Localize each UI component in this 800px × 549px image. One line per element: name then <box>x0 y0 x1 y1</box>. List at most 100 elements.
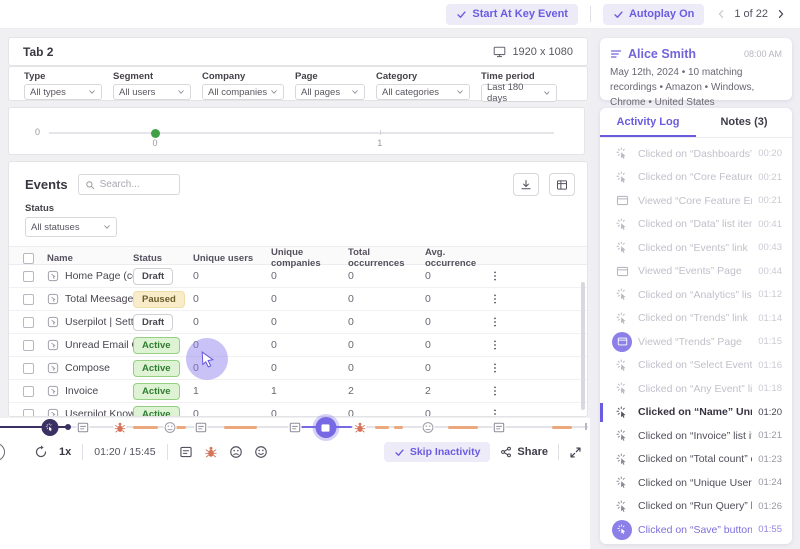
add-note-icon[interactable] <box>179 445 193 459</box>
column-header-status[interactable]: Status <box>133 253 193 264</box>
row-checkbox[interactable] <box>23 363 34 374</box>
row-menu-button[interactable] <box>489 408 513 417</box>
column-header-unique-companies[interactable]: Unique companies <box>271 247 348 269</box>
activity-log-item[interactable]: Clicked on “Any Event” list item 01:18 <box>612 377 782 401</box>
happy-marker-icon[interactable] <box>254 445 268 459</box>
timeline-marker-tick[interactable] <box>585 423 587 430</box>
status-badge: Draft <box>133 268 173 285</box>
timeline-marker-current[interactable] <box>42 419 59 436</box>
event-type-icon <box>47 293 59 305</box>
filter-select[interactable]: All pages <box>295 84 365 100</box>
chart-data-point[interactable] <box>151 129 160 138</box>
share-label: Share <box>517 446 548 458</box>
timeline-marker-meh[interactable] <box>163 421 176 434</box>
timeline-marker-note[interactable] <box>492 421 505 434</box>
activity-log-item[interactable]: Clicked on “Total count” dropdown 01:23 <box>612 448 782 472</box>
timeline-marker-note[interactable] <box>76 421 89 434</box>
autoplay-button[interactable]: Autoplay On <box>603 4 704 25</box>
row-checkbox[interactable] <box>23 386 34 397</box>
filter-select[interactable]: All categories <box>376 84 470 100</box>
previous-session-icon[interactable] <box>716 9 726 19</box>
row-menu-button[interactable] <box>489 270 513 282</box>
select-all-checkbox[interactable] <box>23 253 34 264</box>
filter-select[interactable]: Last 180 days <box>481 84 557 102</box>
activity-text: Clicked on “Any Event” list item <box>638 383 752 395</box>
activity-log-item[interactable]: Viewed “Events” Page 00:44 <box>612 260 782 284</box>
playback-speed-button[interactable]: 1x <box>59 446 71 458</box>
start-at-key-event-button[interactable]: Start At Key Event <box>446 4 578 25</box>
filter-select[interactable]: All users <box>113 84 191 100</box>
filter-select[interactable]: All companies <box>202 84 284 100</box>
timeline-marker-note[interactable] <box>194 421 207 434</box>
next-session-icon[interactable] <box>776 9 786 19</box>
activity-log-item[interactable]: Clicked on “Trends” link 01:14 <box>612 307 782 331</box>
column-header-unique-users[interactable]: Unique users <box>193 253 271 264</box>
timeline-marker-note[interactable] <box>289 421 302 434</box>
row-checkbox[interactable] <box>23 294 34 305</box>
events-search[interactable] <box>78 174 180 195</box>
activity-log-item[interactable]: Clicked on “Save” button 01:55 <box>612 518 782 542</box>
replay-skip-icon[interactable] <box>34 445 48 459</box>
activity-log-item[interactable]: Viewed “Core Feature Engagment” 00:21 <box>612 189 782 213</box>
activity-log-item[interactable]: Clicked on “Invoice” list item 01:21 <box>612 424 782 448</box>
activity-log-item[interactable]: Clicked on “Dashboards” list item 00:20 <box>612 142 782 166</box>
tab-notes[interactable]: Notes (3) <box>696 108 792 137</box>
row-menu-button[interactable] <box>489 339 513 351</box>
table-scrollbar[interactable] <box>581 282 585 410</box>
event-name: Unread Email Click <box>65 339 133 351</box>
play-pause-button[interactable] <box>0 443 5 461</box>
activity-log-card: Activity Log Notes (3) Clicked on “Dashb… <box>600 108 792 544</box>
event-type-icon <box>47 339 59 351</box>
timeline-marker-bug[interactable] <box>353 421 366 434</box>
activity-log-item[interactable]: Clicked on “Analytics” list item 01:12 <box>612 283 782 307</box>
kebab-icon <box>489 362 501 374</box>
filter-select[interactable]: All types <box>24 84 102 100</box>
export-button[interactable] <box>513 173 539 196</box>
skip-inactivity-toggle[interactable]: Skip Inactivity <box>384 442 491 462</box>
frustration-marker-icon[interactable] <box>229 445 243 459</box>
share-button[interactable]: Share <box>500 446 548 458</box>
timeline-marker-bug[interactable] <box>113 421 126 434</box>
activity-timestamp: 00:41 <box>758 219 782 230</box>
activity-log-item[interactable]: Clicked on “Unique Users” list item 01:2… <box>612 471 782 495</box>
search-input[interactable] <box>100 179 170 190</box>
user-name[interactable]: Alice Smith <box>628 47 738 61</box>
row-checkbox[interactable] <box>23 409 34 418</box>
activity-timestamp: 01:16 <box>758 360 782 371</box>
row-menu-button[interactable] <box>489 385 513 397</box>
event-table-row[interactable]: Userpilot | Settings Draft 0 0 0 0 <box>9 311 587 334</box>
event-table-row[interactable]: Userpilot Knowledge ... Active 0 0 0 0 <box>9 403 587 417</box>
activity-log-item[interactable]: Viewed “Trends” Page 01:15 <box>612 330 782 354</box>
chart-dot-label: 0 <box>153 138 158 148</box>
timeline-marker-meh[interactable] <box>421 421 434 434</box>
fullscreen-button[interactable] <box>569 446 582 459</box>
row-menu-button[interactable] <box>489 293 513 305</box>
status-filter-select[interactable]: All statuses <box>25 217 117 237</box>
manage-columns-button[interactable] <box>549 173 575 196</box>
column-header-name[interactable]: Name <box>47 253 133 264</box>
column-header-avg-occurrence[interactable]: Avg. occurrence <box>425 247 489 269</box>
playback-timeline[interactable] <box>0 418 590 436</box>
activity-log-item[interactable]: Clicked on “Events” link 00:43 <box>612 236 782 260</box>
event-table-row[interactable]: Invoice Active 1 1 2 2 <box>9 380 587 403</box>
row-checkbox[interactable] <box>23 317 34 328</box>
row-menu-button[interactable] <box>489 316 513 328</box>
activity-log-item[interactable]: Clicked on “Select Event” dropdown 01:16 <box>612 354 782 378</box>
bug-marker-icon[interactable] <box>204 445 218 459</box>
activity-icon <box>612 144 632 164</box>
event-table-row[interactable]: Compose Active 0 0 0 0 <box>9 357 587 380</box>
activity-log-item[interactable]: Clicked on “Data” list item 00:41 <box>612 213 782 237</box>
event-table-row[interactable]: Unread Email Click Active 0 0 0 0 <box>9 334 587 357</box>
column-header-total-occurrences[interactable]: Total occurrences <box>348 247 425 269</box>
tab-activity-log[interactable]: Activity Log <box>600 108 696 137</box>
event-table-row[interactable]: Total Meesages Paused 0 0 0 0 <box>9 288 587 311</box>
activity-log-item[interactable]: Clicked on “Run Query” button 01:26 <box>612 495 782 519</box>
timeline-marker-active[interactable] <box>315 417 336 438</box>
row-checkbox[interactable] <box>23 340 34 351</box>
activity-log-item[interactable]: Clicked on “Name” Unread Email C... 01:2… <box>612 401 782 425</box>
activity-log-item[interactable]: Clicked on “Core Feature Engagem... 00:2… <box>612 166 782 190</box>
session-menu-icon[interactable] <box>610 48 622 60</box>
row-menu-button[interactable] <box>489 362 513 374</box>
timeline-marker-dot[interactable] <box>65 424 71 430</box>
row-checkbox[interactable] <box>23 271 34 282</box>
